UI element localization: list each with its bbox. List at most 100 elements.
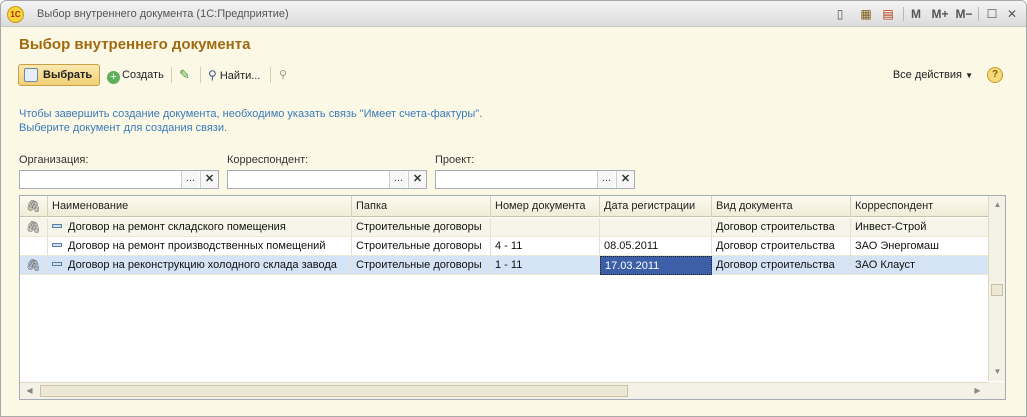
column-header-number[interactable]: Номер документа [491,196,600,217]
column-header-date[interactable]: Дата регистрации [600,196,712,217]
correspondent-field: ... ✕ [227,170,427,189]
correspondent-cell: ЗАО Клауст [851,256,989,275]
toolbar-separator [200,67,201,83]
number-cell: 1 - 11 [491,256,600,275]
paperclip-icon: 🖇 [25,220,42,234]
document-icon [52,262,62,266]
select-icon [24,68,38,82]
folder-cell: Строительные договоры [352,256,491,275]
memory-m-button[interactable]: M [909,6,923,22]
all-actions-label: Все действия [892,69,963,81]
doc-type-cell: Договор строительства [712,218,851,237]
memory-minus-button[interactable]: M− [954,6,974,22]
folder-cell: Строительные договоры [352,218,491,237]
scroll-down-arrow-icon[interactable]: ▼ [990,364,1005,380]
horizontal-scrollbar[interactable]: ◀ ▶ [20,382,989,399]
toolbar: Выбрать + Создать ✎ ⚲ Найти... ⚲ Все дейс… [18,64,1008,86]
column-header-correspondent[interactable]: Корреспондент [851,196,989,217]
scrollbar-corner [988,382,1005,399]
create-button-label: Создать [122,69,164,81]
info-line-1: Чтобы завершить создание документа, необ… [19,108,483,120]
page-title: Выбор внутреннего документа [19,36,251,53]
titlebar-separator [903,7,904,21]
correspondent-select-button[interactable]: ... [389,171,407,188]
app-window: 1С Выбор внутреннего документа (1С:Предп… [0,0,1027,417]
attachment-column-header[interactable]: 🖇 [20,196,48,217]
cancel-search-icon: ⚲ [279,69,288,81]
table-header: 🖇 Наименование Папка Номер документа Дат… [20,196,989,217]
cancel-search-button[interactable]: ⚲ [279,64,287,86]
add-icon: + [107,71,120,84]
project-select-button[interactable]: ... [597,171,615,188]
find-button-label: Найти... [219,70,261,82]
titlebar-separator [978,7,979,21]
date-cell-focused[interactable]: 17.03.2011 [600,256,712,275]
paperclip-icon: 🖇 [25,199,42,213]
column-header-doc-type[interactable]: Вид документа [712,196,851,217]
attachment-cell [20,237,48,256]
correspondent-clear-button[interactable]: ✕ [408,171,426,188]
info-message: Чтобы завершить создание документа, необ… [19,107,482,135]
name-cell: Договор на ремонт складского помещения [48,218,352,237]
table-row[interactable]: 🖇 Договор на ремонт складского помещения… [20,218,989,237]
name-cell: Договор на ремонт производственных помещ… [48,237,352,256]
close-window-button[interactable]: ✕ [1005,6,1019,22]
toolbar-separator [270,67,271,83]
title-bar: 1С Выбор внутреннего документа (1С:Предп… [1,1,1026,27]
memory-plus-button[interactable]: M+ [930,6,950,22]
window-title: Выбор внутреннего документа (1С:Предприя… [37,8,289,20]
all-actions-menu[interactable]: Все действия ▼ [893,64,973,86]
name-text: Договор на ремонт складского помещения [68,221,286,233]
help-button[interactable]: ? [987,67,1003,83]
organization-field: ... ✕ [19,170,219,189]
organization-label: Организация: [19,154,89,166]
table-row-selected[interactable]: 🖇 Договор на реконструкцию холодного скл… [20,256,989,275]
pencil-icon: ✎ [179,67,190,82]
name-text: Договор на реконструкцию холодного склад… [68,259,337,271]
document-icon [52,243,62,247]
column-header-folder[interactable]: Папка [352,196,491,217]
project-field: ... ✕ [435,170,635,189]
name-text: Договор на ремонт производственных помещ… [68,240,326,252]
search-icon: ⚲ [208,68,217,82]
app-logo-icon[interactable]: 1С [7,6,24,23]
maximize-icon[interactable]: ☐ [985,6,999,22]
date-cell: 08.05.2011 [600,237,712,256]
project-input[interactable] [436,171,596,188]
doc-type-cell: Договор строительства [712,256,851,275]
select-button-label: Выбрать [43,69,93,81]
number-cell [491,218,600,237]
project-clear-button[interactable]: ✕ [616,171,634,188]
organization-input[interactable] [20,171,180,188]
attachment-cell: 🖇 [20,256,48,275]
create-button[interactable]: + Создать [107,64,164,86]
table-row[interactable]: Договор на ремонт производственных помещ… [20,237,989,256]
documents-table[interactable]: 🖇 Наименование Папка Номер документа Дат… [19,195,1006,400]
date-cell [600,218,712,237]
scroll-up-arrow-icon[interactable]: ▲ [990,197,1005,213]
document-icon[interactable]: ▯ [833,6,847,22]
select-button[interactable]: Выбрать [18,64,100,86]
organization-clear-button[interactable]: ✕ [200,171,218,188]
calendar-icon[interactable]: ▤ [881,6,895,22]
correspondent-cell: ЗАО Энергомаш [851,237,989,256]
correspondent-cell: Инвест-Строй [851,218,989,237]
find-button[interactable]: ⚲ Найти... [208,64,260,86]
toolbar-separator [171,67,172,83]
calculator-icon[interactable]: ▦ [859,6,873,22]
vertical-scrollbar[interactable]: ▲ ▼ [988,196,1005,381]
paperclip-icon: 🖇 [25,258,42,272]
scroll-right-arrow-icon[interactable]: ▶ [970,383,985,399]
scroll-left-arrow-icon[interactable]: ◀ [22,383,37,399]
correspondent-input[interactable] [228,171,388,188]
attachment-cell: 🖇 [20,218,48,237]
column-header-name[interactable]: Наименование [48,196,352,217]
project-label: Проект: [435,154,475,166]
horizontal-scroll-thumb[interactable] [40,385,628,397]
vertical-scroll-thumb[interactable] [991,284,1003,296]
organization-select-button[interactable]: ... [181,171,199,188]
edit-button[interactable]: ✎ [179,64,190,86]
document-icon [52,224,62,228]
info-line-2: Выберите документ для создания связи. [19,122,228,134]
correspondent-label: Корреспондент: [227,154,309,166]
